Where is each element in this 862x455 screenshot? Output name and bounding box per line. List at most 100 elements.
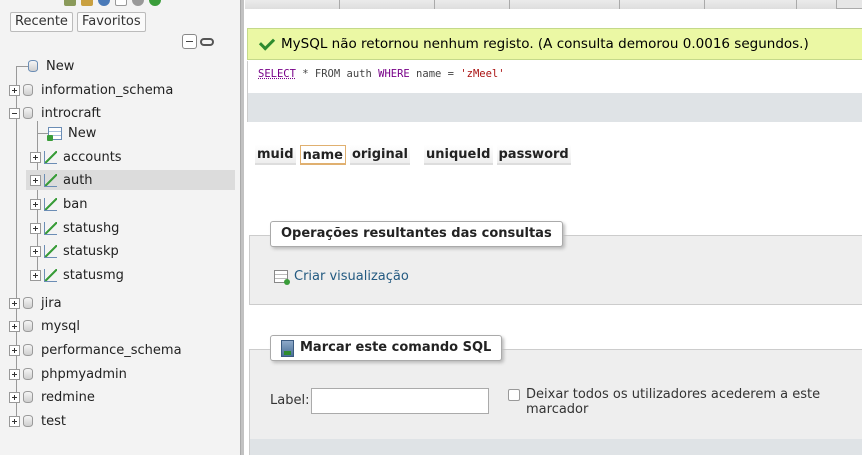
navigation-panel: Recente Favoritos New information_schema… (0, 0, 240, 455)
menu-tab[interactable] (510, 0, 620, 9)
sql-keyword-where: WHERE (378, 68, 410, 80)
menu-tab[interactable] (435, 0, 510, 9)
share-bookmark-checkbox[interactable] (508, 389, 520, 401)
expand-icon[interactable] (30, 245, 41, 257)
result-columns: muid name original uniqueId password (255, 145, 571, 165)
database-icon (23, 107, 33, 119)
create-view-link[interactable]: Criar visualização (274, 269, 409, 285)
query-operations: Operações resultantes das consultas Cria… (249, 221, 862, 305)
menu-tab[interactable] (797, 0, 837, 9)
tree-item-new-table[interactable]: New (47, 123, 96, 143)
database-icon (23, 391, 33, 403)
tree-item-new-db[interactable]: New (28, 56, 74, 76)
expand-icon[interactable] (30, 174, 41, 186)
expand-icon[interactable] (30, 198, 41, 210)
expand-icon[interactable] (9, 320, 20, 332)
tree-item-table[interactable]: statusmg (30, 265, 124, 285)
table-icon (44, 268, 57, 282)
column-header[interactable]: password (496, 145, 571, 165)
success-text: MySQL não retornou nenhum registo. (A co… (281, 36, 809, 52)
home-icon[interactable] (64, 0, 76, 6)
expand-icon[interactable] (30, 269, 41, 281)
tree-item-table[interactable]: statuskp (30, 241, 119, 261)
tab-favorites[interactable]: Favoritos (76, 12, 146, 32)
table-icon (44, 221, 57, 235)
main-content: MySQL não retornou nenhum registo. (A co… (245, 0, 862, 455)
expand-icon[interactable] (9, 297, 20, 309)
create-view-label: Criar visualização (294, 269, 409, 284)
tree-item-database[interactable]: introcraft (9, 103, 101, 123)
collapse-icon[interactable] (9, 107, 20, 119)
expand-icon[interactable] (9, 84, 20, 96)
panel-resizer[interactable] (240, 0, 244, 455)
expand-icon[interactable] (9, 391, 20, 403)
table-icon (44, 244, 57, 258)
query-operations-title: Operações resultantes das consultas (270, 221, 563, 247)
column-header[interactable]: original (349, 145, 410, 165)
tree-item-database[interactable]: test (9, 411, 66, 431)
label-field-label: Label: (270, 393, 310, 408)
column-header[interactable]: uniqueId (424, 145, 493, 165)
docs-icon[interactable] (115, 0, 127, 6)
tree-item-database[interactable]: mysql (9, 316, 80, 336)
create-view-icon (274, 270, 290, 285)
success-message: MySQL não retornou nenhum registo. (A co… (247, 28, 862, 60)
tree-item-table[interactable]: ban (30, 194, 87, 214)
tree-item-database[interactable]: performance_schema (9, 340, 182, 360)
expand-icon[interactable] (9, 415, 20, 427)
tree-item-database[interactable]: information_schema (9, 80, 173, 100)
tree-controls (182, 34, 214, 49)
table-icon (44, 173, 57, 187)
tree-item-database[interactable]: phpmyadmin (9, 364, 127, 384)
link-with-main-icon[interactable] (200, 37, 214, 46)
sql-query[interactable]: SELECT * FROM auth WHERE name = 'zMeel' (258, 68, 505, 80)
sql-keyword-select[interactable]: SELECT (258, 68, 296, 80)
bookmark-label-input[interactable] (311, 388, 489, 414)
bookmark-actions-bar (250, 439, 862, 455)
sql-query-box: SELECT * FROM auth WHERE name = 'zMeel' (247, 61, 862, 122)
help-icon[interactable] (98, 0, 110, 6)
bookmark-title: Marcar este comando SQL (270, 335, 503, 361)
column-header-sorted[interactable]: name (299, 145, 346, 165)
column-header[interactable]: muid (255, 145, 296, 165)
logout-icon[interactable] (81, 0, 93, 6)
nav-tabs: Recente Favoritos (10, 12, 146, 32)
sql-text: * FROM auth (295, 68, 379, 80)
sql-actions-bar (248, 93, 862, 122)
tree-item-table[interactable]: accounts (30, 147, 235, 167)
tab-recent[interactable]: Recente (10, 12, 73, 32)
expand-icon[interactable] (9, 368, 20, 380)
new-database-icon (28, 60, 38, 72)
expand-icon[interactable] (30, 151, 41, 163)
reload-icon[interactable] (149, 0, 161, 6)
bookmark-title-text: Marcar este comando SQL (300, 340, 492, 355)
nav-toolbar (64, 0, 161, 6)
database-icon (23, 297, 33, 309)
database-icon (23, 368, 33, 380)
share-bookmark-label[interactable]: Deixar todos os utilizadores acederem a … (526, 387, 862, 417)
expand-icon[interactable] (9, 344, 20, 356)
checkmark-icon (258, 33, 276, 51)
sql-text: name = (409, 68, 461, 80)
database-icon (23, 344, 33, 356)
new-table-icon (47, 126, 62, 141)
menu-tab[interactable] (340, 0, 435, 9)
menu-tab[interactable] (620, 0, 705, 9)
collapse-all-icon[interactable] (182, 34, 197, 49)
tree-item-database[interactable]: jira (9, 293, 62, 313)
tree-item-table[interactable]: statushg (30, 218, 119, 238)
sql-string: 'zMeel' (460, 68, 505, 80)
settings-icon[interactable] (132, 0, 144, 6)
tree-item-database[interactable]: redmine (9, 387, 95, 407)
bookmark-section: Marcar este comando SQL Label: Deixar to… (249, 335, 862, 455)
database-icon (23, 320, 33, 332)
expand-icon[interactable] (30, 222, 41, 234)
database-icon (23, 84, 33, 96)
top-menu-tabs (245, 0, 862, 9)
menu-tab[interactable] (705, 0, 797, 9)
menu-tab[interactable] (245, 0, 340, 9)
table-icon (44, 197, 57, 211)
table-icon (44, 150, 57, 164)
tree-item-table-selected[interactable]: auth (26, 170, 235, 190)
bookmark-icon (281, 339, 294, 357)
